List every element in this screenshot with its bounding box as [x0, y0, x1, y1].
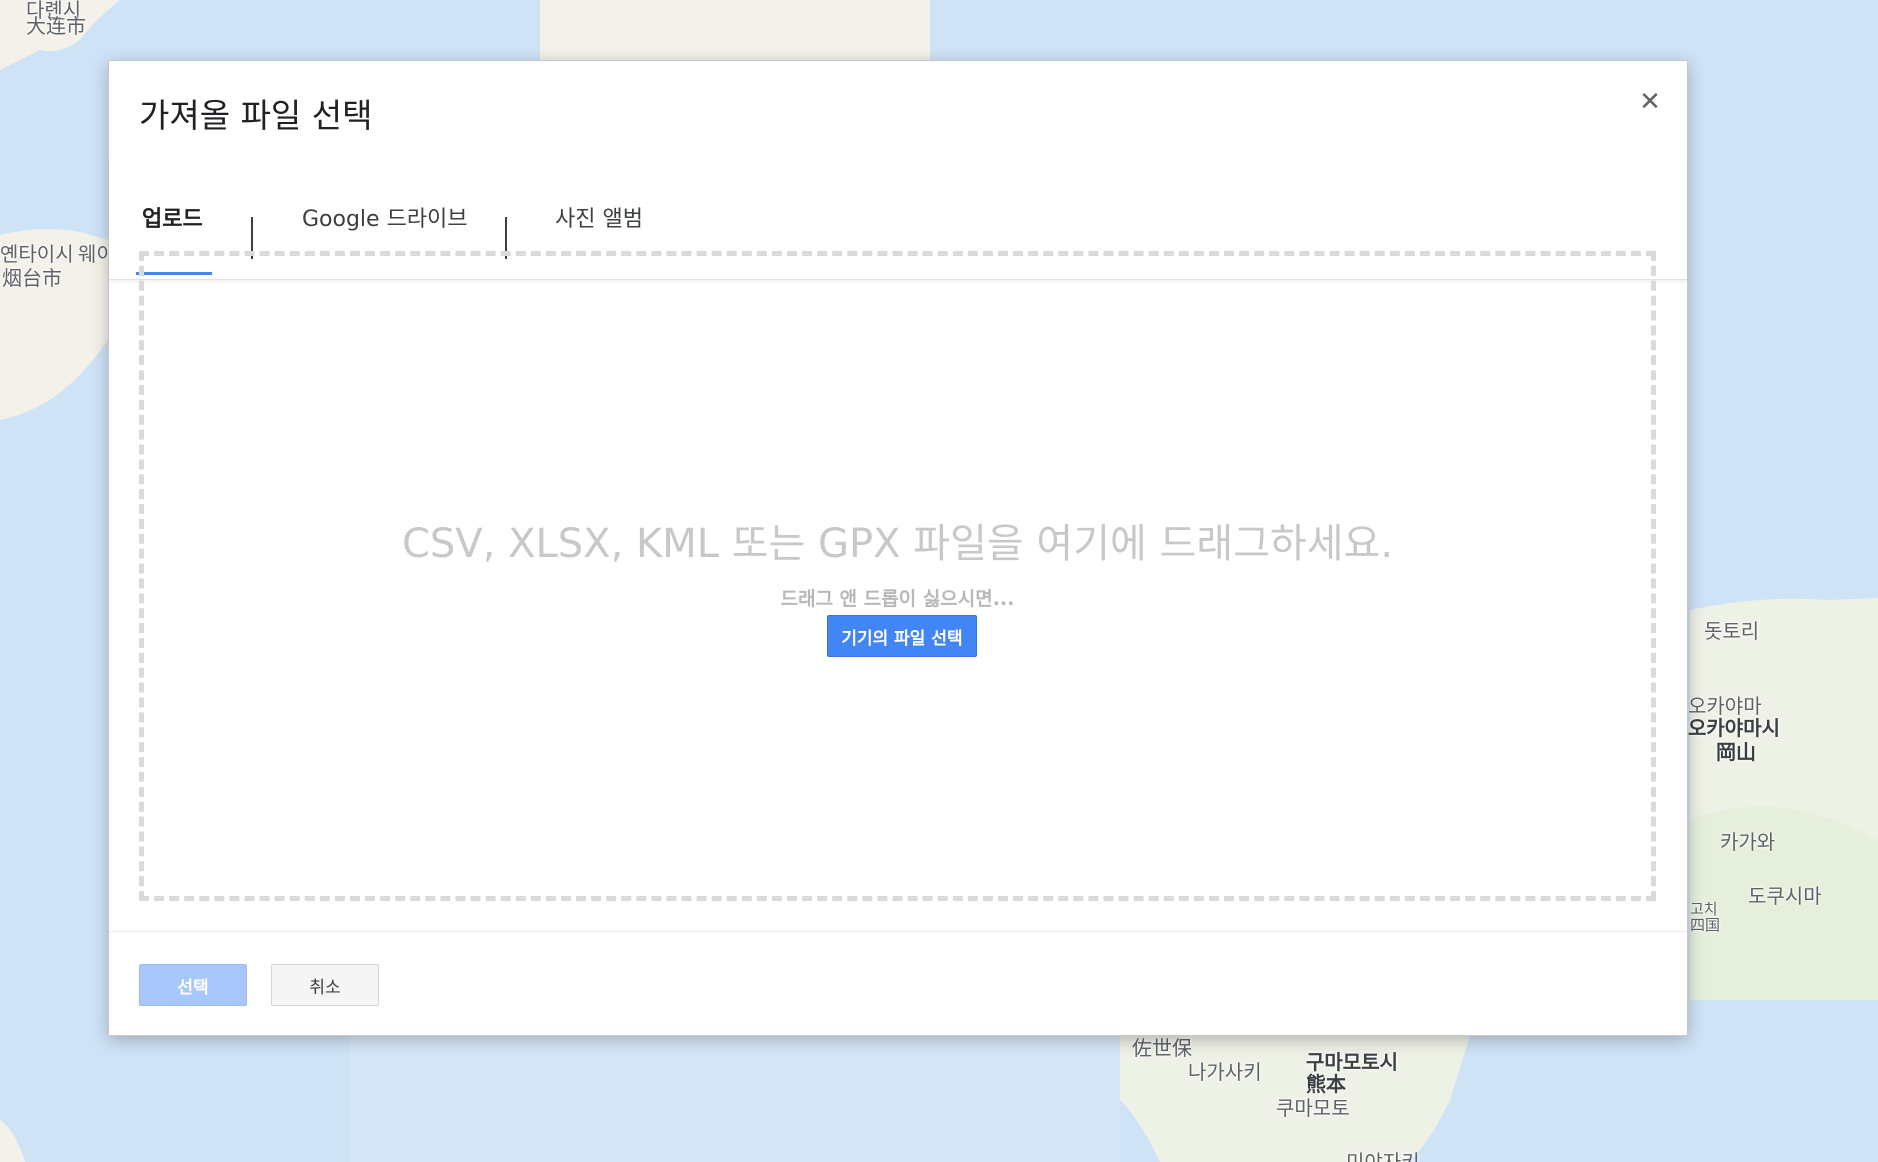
map-label-sasebo: 佐世保 — [1132, 1036, 1192, 1060]
dropzone-instruction: CSV, XLSX, KML 또는 GPX 파일을 여기에 드래그하세요. — [401, 521, 1394, 567]
map-label-miyazaki: 미야자키 — [1346, 1150, 1420, 1162]
map-label-nagasaki: 나가사키 — [1188, 1060, 1262, 1084]
land-korea — [540, 0, 930, 60]
map-label-dalian-zh: 大连市 — [26, 14, 86, 38]
map-label-okayama-zh: 岡山 — [1716, 740, 1756, 764]
map-label-shikoku: 四国 — [1690, 916, 1721, 934]
import-file-dialog: 가져올 파일 선택 ✕ 업로드 Google 드라이브 사진 앨범 CSV, X… — [108, 60, 1688, 1036]
sea-band — [350, 1036, 1120, 1162]
map-label-tokushima: 도쿠시마 — [1748, 884, 1822, 908]
choose-device-file-button[interactable]: 기기의 파일 선택 — [827, 615, 977, 657]
map-label-yantai-zh: 烟台市 — [2, 266, 62, 290]
dialog-title: 가져올 파일 선택 — [139, 96, 373, 135]
tab-google-drive-label: Google 드라이브 — [302, 207, 468, 232]
land-bottom-left — [0, 1120, 25, 1162]
tab-upload-label: 업로드 — [142, 207, 203, 232]
map-label-kagawa: 카가와 — [1720, 830, 1776, 854]
close-icon[interactable]: ✕ — [1635, 87, 1665, 117]
map-label-tottori: 돗토리 — [1704, 619, 1760, 643]
tab-photo-album-label: 사진 앨범 — [555, 207, 643, 232]
select-button[interactable]: 선택 — [139, 964, 247, 1006]
cancel-button[interactable]: 취소 — [271, 964, 379, 1006]
map-label-kumamoto-ko: 쿠마모토 — [1276, 1096, 1350, 1120]
footer-divider — [109, 931, 1687, 932]
file-dropzone[interactable]: CSV, XLSX, KML 또는 GPX 파일을 여기에 드래그하세요. 드래… — [139, 251, 1656, 901]
dropzone-alternative-text: 드래그 앤 드롭이 싫으시면... — [780, 588, 1015, 610]
